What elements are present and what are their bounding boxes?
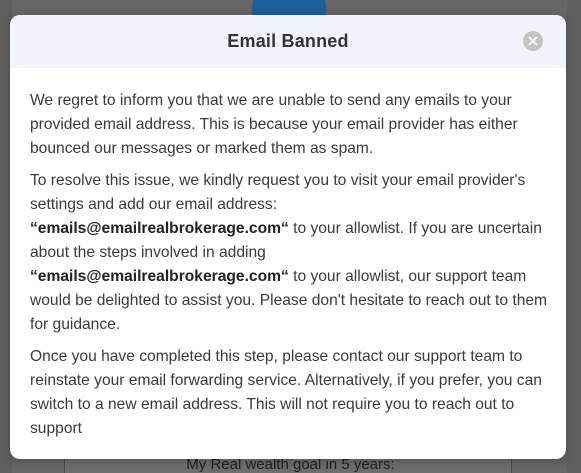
modal-title: Email Banned [227,31,349,51]
paragraph-next-steps: Once you have completed this step, pleas… [30,348,542,437]
close-icon [528,36,538,46]
close-button[interactable] [523,31,543,51]
modal-body: We regret to inform you that we are unab… [10,68,566,441]
modal-header: Email Banned [10,15,566,68]
background-right-strip [567,0,581,473]
email-address-1: “emails@emailrealbrokerage.com“ [30,220,289,237]
paragraph-problem: We regret to inform you that we are unab… [30,92,518,157]
email-address-2: “emails@emailrealbrokerage.com“ [30,268,289,285]
email-banned-modal: Email Banned We regret to inform you tha… [10,15,566,459]
paragraph-instructions: To resolve this issue, we kindly request… [30,169,548,337]
instructions-intro: To resolve this issue, we kindly request… [30,172,526,213]
